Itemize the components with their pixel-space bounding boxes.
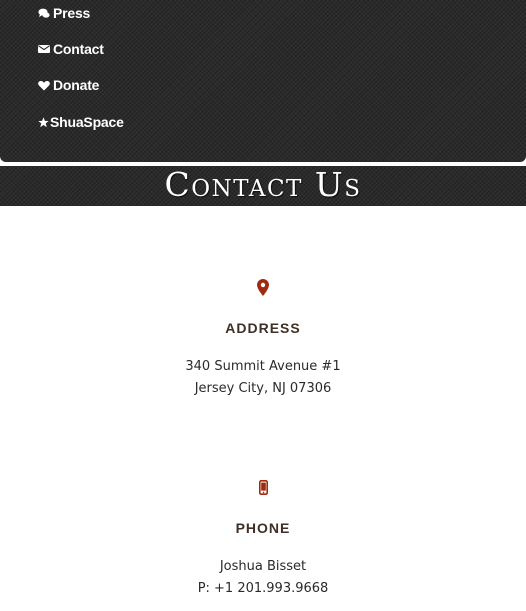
map-marker-icon: [257, 278, 269, 300]
nav-item-press[interactable]: Press: [38, 2, 90, 24]
nav-item-shuaspace[interactable]: ShuaSpace: [38, 111, 124, 133]
phone-section: PHONE Joshua Bisset P: +1 201.993.9668: [0, 479, 526, 600]
nav-item-label: ShuaSpace: [50, 114, 124, 130]
nav-item-label: Contact: [53, 41, 104, 57]
page-title-banner: Contact Us: [0, 165, 526, 206]
mobile-phone-icon: [258, 479, 268, 499]
contact-name: Joshua Bisset: [219, 559, 307, 574]
nav-item-label: Press: [53, 5, 91, 21]
address-line-1: 340 Summit Avenue #1: [185, 359, 341, 374]
phone-number-link[interactable]: P: +1 201.993.9668: [0, 578, 526, 600]
page-title: Contact Us: [164, 165, 362, 204]
nav-item-label: Donate: [53, 77, 100, 93]
address-heading: ADDRESS: [225, 320, 301, 336]
nav-item-donate[interactable]: Donate: [38, 74, 99, 96]
address-line-2: Jersey City, NJ 07306: [194, 381, 332, 396]
star-icon: [38, 116, 49, 128]
envelope-icon: [38, 44, 50, 54]
address-section: ADDRESS 340 Summit Avenue #1 Jersey City…: [0, 278, 526, 400]
nav-item-contact[interactable]: Contact: [38, 38, 104, 60]
nav-menu-panel: Press Contact Donate ShuaSpace: [0, 0, 526, 162]
comments-icon: [38, 8, 50, 19]
phone-heading: PHONE: [235, 520, 291, 536]
heart-icon: [38, 80, 50, 91]
